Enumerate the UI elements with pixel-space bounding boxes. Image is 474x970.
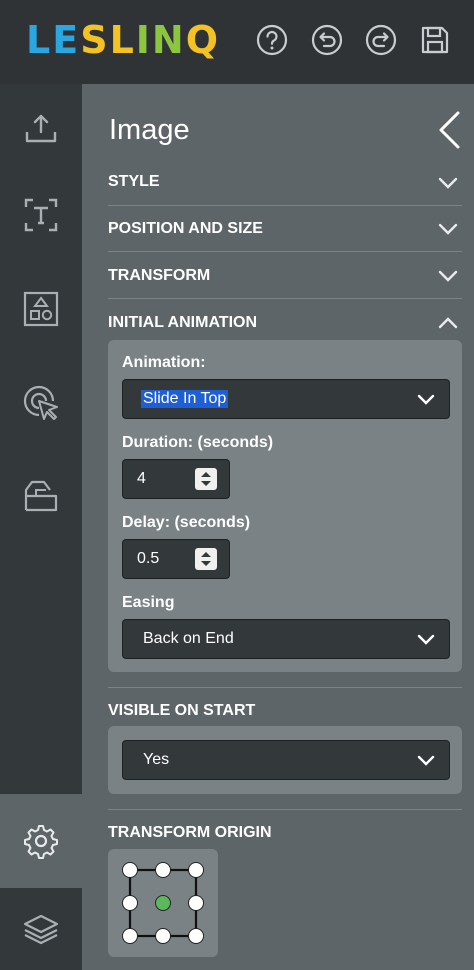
- folder-image-icon: [24, 480, 58, 512]
- origin-point-bottom-left[interactable]: [122, 928, 138, 944]
- duration-value: 4: [137, 470, 146, 487]
- layers-icon: [23, 914, 59, 945]
- sidebar-item-upload[interactable]: [0, 84, 82, 174]
- spinner-icon[interactable]: [195, 468, 217, 490]
- animation-select[interactable]: Slide In Top: [122, 379, 450, 419]
- animation-label: Animation:: [122, 354, 206, 371]
- delay-input[interactable]: 0.5: [122, 539, 230, 579]
- origin-point-bottom[interactable]: [155, 928, 171, 944]
- chevron-down-icon: [438, 223, 458, 235]
- visible-on-start-select[interactable]: Yes: [122, 740, 450, 780]
- origin-point-bottom-right[interactable]: [188, 928, 204, 944]
- sidebar-item-text[interactable]: [0, 170, 82, 260]
- easing-label: Easing: [122, 594, 175, 611]
- logo-letter: E: [52, 18, 81, 62]
- logo-letter: L: [26, 18, 53, 62]
- sidebar-item-shapes[interactable]: [0, 264, 82, 354]
- chevron-down-icon: [417, 755, 435, 766]
- sidebar-item-interaction[interactable]: [0, 358, 82, 448]
- logo-letter: S: [80, 18, 110, 62]
- origin-point-top[interactable]: [155, 862, 171, 878]
- divider: [108, 687, 462, 688]
- chevron-down-icon: [417, 634, 435, 645]
- app-header: LESLINQ: [0, 0, 474, 84]
- redo-icon: [365, 24, 397, 56]
- section-initial-animation-label: INITIAL ANIMATION: [108, 314, 258, 331]
- chevron-left-icon[interactable]: [436, 110, 462, 150]
- section-style[interactable]: STYLE: [108, 160, 462, 206]
- section-transform-origin-label: TRANSFORM ORIGIN: [108, 824, 272, 841]
- visible-on-start-value: Yes: [143, 751, 170, 768]
- animation-select-value: Slide In Top: [141, 390, 229, 408]
- shapes-icon: [23, 291, 59, 327]
- section-position-size[interactable]: POSITION AND SIZE: [108, 206, 462, 252]
- redo-button[interactable]: [364, 23, 398, 57]
- origin-point-left[interactable]: [122, 895, 138, 911]
- properties-panel: Image STYLE POSITION AND SIZE TRANSFORM …: [82, 84, 474, 970]
- initial-animation-panel: Animation: Slide In Top Duration: (secon…: [108, 340, 462, 672]
- chevron-down-icon: [417, 394, 435, 405]
- section-position-size-label: POSITION AND SIZE: [108, 220, 263, 237]
- chevron-down-icon: [438, 270, 458, 282]
- help-button[interactable]: [255, 23, 289, 57]
- section-transform-label: TRANSFORM: [108, 267, 211, 284]
- easing-select-value: Back on End: [143, 630, 234, 647]
- logo-letter: Q: [185, 18, 221, 62]
- section-style-label: STYLE: [108, 173, 160, 190]
- easing-select[interactable]: Back on End: [122, 619, 450, 659]
- logo-letter: L: [109, 18, 136, 62]
- undo-icon: [311, 24, 343, 56]
- click-target-icon: [23, 385, 58, 420]
- visible-on-start-panel: Yes: [108, 726, 462, 794]
- undo-button[interactable]: [310, 23, 344, 57]
- sidebar-item-layers[interactable]: [0, 888, 82, 970]
- chevron-down-icon: [438, 177, 458, 189]
- chevron-up-icon: [438, 317, 458, 329]
- app-logo: LESLINQ: [26, 20, 220, 60]
- spinner-icon[interactable]: [195, 548, 217, 570]
- sidebar-item-media[interactable]: [0, 450, 82, 540]
- origin-point-right[interactable]: [188, 895, 204, 911]
- duration-label: Duration: (seconds): [122, 434, 274, 451]
- panel-title: Image: [109, 114, 190, 146]
- section-visible-on-start-label: VISIBLE ON START: [108, 702, 256, 719]
- delay-value: 0.5: [137, 550, 160, 567]
- delay-label: Delay: (seconds): [122, 514, 251, 531]
- save-icon: [421, 26, 449, 54]
- origin-point-center[interactable]: [155, 895, 171, 911]
- sidebar-item-settings[interactable]: [0, 794, 82, 888]
- logo-letter: N: [151, 18, 186, 62]
- divider: [108, 809, 462, 810]
- duration-input[interactable]: 4: [122, 459, 230, 499]
- tool-sidebar: [0, 84, 82, 970]
- logo-letter: I: [135, 18, 152, 62]
- origin-point-top-right[interactable]: [188, 862, 204, 878]
- save-button[interactable]: [418, 23, 452, 57]
- help-circle-icon: [256, 24, 288, 56]
- upload-icon: [25, 114, 57, 143]
- section-transform[interactable]: TRANSFORM: [108, 253, 462, 299]
- gear-icon: [24, 825, 58, 859]
- origin-point-top-left[interactable]: [122, 862, 138, 878]
- text-icon: [24, 198, 58, 232]
- transform-origin-picker: [108, 849, 218, 957]
